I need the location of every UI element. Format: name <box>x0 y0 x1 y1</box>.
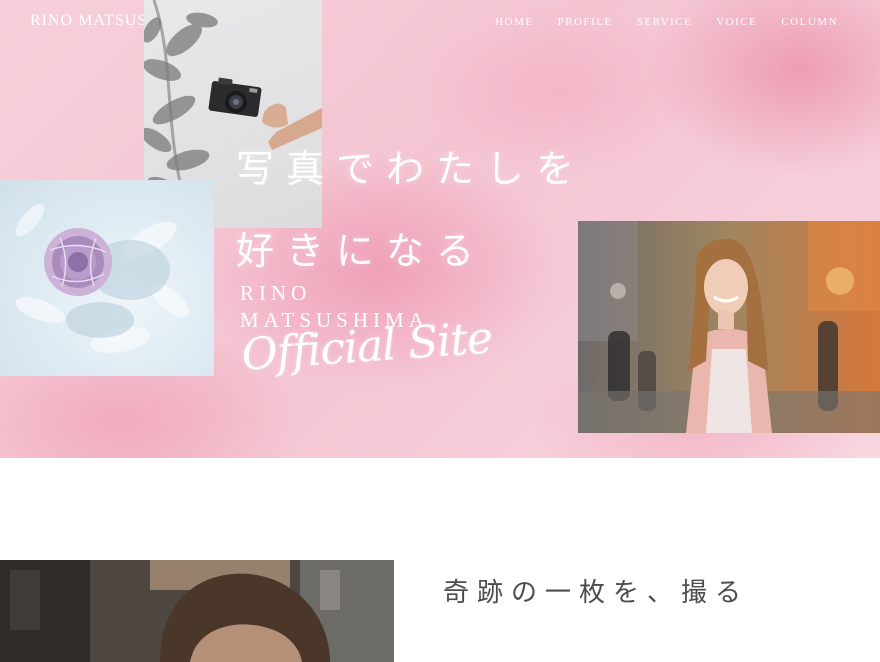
portrait-illustration <box>0 560 394 662</box>
hero-title-line-1: 写真でわたしを <box>236 147 587 191</box>
main-nav: HOME PROFILE SERVICE VOICE COLUMN <box>495 16 838 28</box>
nav-item-service[interactable]: SERVICE <box>637 16 692 28</box>
woman-street-illustration <box>578 221 880 433</box>
hero-section: RINO MATSUSHIMA HOME PROFILE SERVICE VOI… <box>0 0 880 458</box>
nav-item-home[interactable]: HOME <box>495 16 533 28</box>
section-heading: 奇跡の一枚を、撮る <box>443 578 750 608</box>
portrait-photo <box>0 560 394 662</box>
nav-item-profile[interactable]: PROFILE <box>558 16 613 28</box>
flower-photo <box>0 180 214 376</box>
flower-illustration <box>15 203 190 353</box>
woman-street-photo <box>578 221 880 433</box>
hero-name-first: RINO <box>240 281 312 305</box>
nav-item-voice[interactable]: VOICE <box>716 16 757 28</box>
hero-title: 写真でわたしを 好きになる <box>236 128 586 292</box>
nav-item-column[interactable]: COLUMN <box>781 16 838 28</box>
